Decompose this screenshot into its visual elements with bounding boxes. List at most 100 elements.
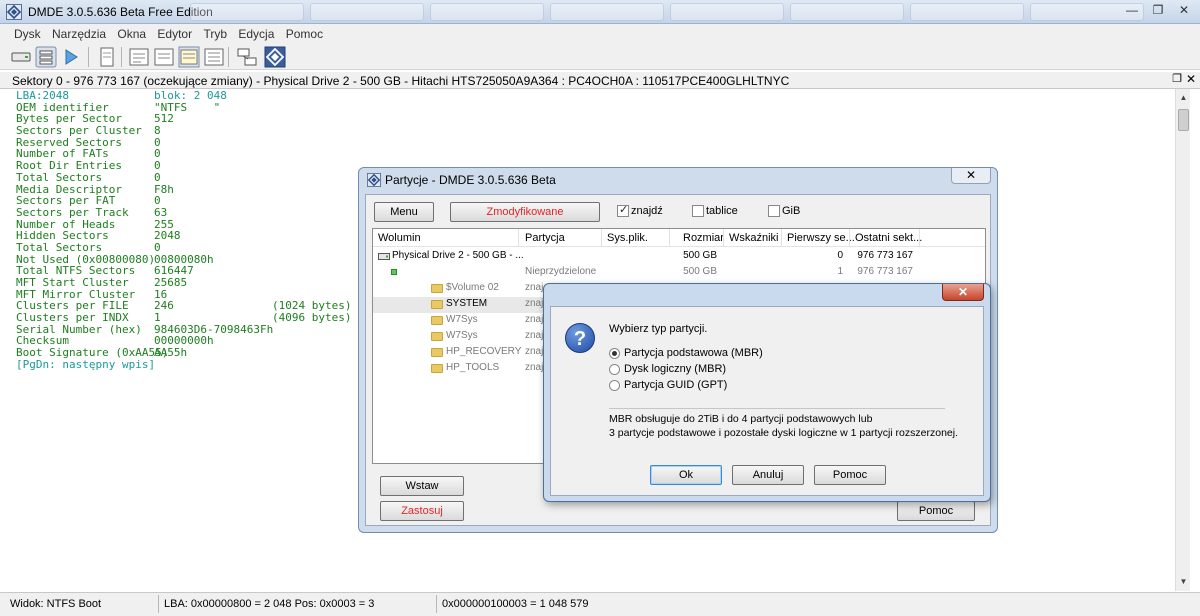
field-note bbox=[272, 125, 351, 137]
field-note bbox=[272, 277, 351, 289]
list-view-icon[interactable] bbox=[203, 46, 225, 68]
menu-tryb[interactable]: Tryb bbox=[199, 24, 231, 41]
vertical-scrollbar[interactable]: ▲ ▼ bbox=[1175, 89, 1190, 591]
field-note bbox=[272, 219, 351, 231]
col-volume[interactable]: Wolumin bbox=[378, 232, 421, 244]
dialog-title: Partycje - DMDE 3.0.5.636 Beta bbox=[385, 173, 556, 187]
ok-button[interactable]: Ok bbox=[650, 465, 722, 485]
hex-view-icon[interactable] bbox=[128, 46, 150, 68]
col-filesystem[interactable]: Sys.plik. bbox=[607, 232, 648, 244]
menu-edycja[interactable]: Edycja bbox=[234, 24, 278, 41]
cancel-button[interactable]: Anuluj bbox=[732, 465, 804, 485]
field-value: 63 bbox=[154, 205, 168, 219]
row-volume: W7Sys bbox=[446, 314, 478, 325]
gib-label: GiB bbox=[782, 205, 801, 217]
restore-button[interactable]: ❐ bbox=[1146, 1, 1170, 19]
menu-button[interactable]: Menu bbox=[374, 202, 434, 222]
close-pane-button[interactable]: ✕ bbox=[1186, 72, 1196, 86]
menu-edytor[interactable]: Edytor bbox=[153, 24, 196, 41]
restore-pane-button[interactable]: ❐ bbox=[1172, 72, 1182, 85]
status-lba: LBA: 0x00000800 = 2 048 Pos: 0x0003 = 3 bbox=[164, 598, 375, 610]
gib-checkbox[interactable] bbox=[768, 205, 780, 217]
app-logo-icon bbox=[367, 173, 381, 187]
radio-logical-mbr[interactable] bbox=[609, 364, 620, 375]
option-primary-mbr[interactable]: Partycja podstawowa (MBR) bbox=[624, 347, 763, 359]
field-value: 0 bbox=[154, 135, 161, 149]
apply-button[interactable]: Zastosuj bbox=[380, 501, 464, 521]
help-button[interactable]: Pomoc bbox=[814, 465, 886, 485]
field-notes: (1024 bytes) (4096 bytes) bbox=[272, 102, 351, 359]
text-view-icon[interactable] bbox=[153, 46, 175, 68]
menu-pomoc[interactable]: Pomoc bbox=[282, 24, 327, 41]
field-value: 0 bbox=[154, 240, 161, 254]
copy-sectors-icon[interactable] bbox=[236, 46, 258, 68]
row-partition: Nieprzydzielone bbox=[525, 266, 597, 277]
toolbar bbox=[0, 43, 1200, 70]
drive-icon[interactable] bbox=[10, 46, 32, 68]
close-button[interactable]: ✕ bbox=[1172, 1, 1196, 19]
field-name: Sectors per Track bbox=[16, 205, 129, 219]
separator bbox=[609, 408, 945, 409]
list-row-drive[interactable]: Physical Drive 2 - 500 GB - ... 500 GB 0… bbox=[373, 249, 985, 265]
menu-dysk[interactable]: Dysk bbox=[10, 24, 45, 41]
close-dialog-button[interactable]: ✕ bbox=[951, 168, 991, 184]
row-volume: Physical Drive 2 - 500 GB - ... bbox=[392, 250, 524, 261]
row-volume: HP_RECOVERY bbox=[446, 346, 522, 357]
scroll-up-icon[interactable]: ▲ bbox=[1177, 91, 1190, 104]
document-icon[interactable] bbox=[96, 46, 118, 68]
field-note bbox=[272, 265, 351, 277]
play-icon[interactable] bbox=[60, 46, 82, 68]
field-value: 0 bbox=[154, 170, 161, 184]
row-volume: SYSTEM bbox=[446, 298, 488, 309]
field-note bbox=[272, 335, 351, 347]
col-last-sector[interactable]: Ostatni sekt... bbox=[855, 232, 922, 244]
radio-primary-mbr[interactable] bbox=[609, 348, 620, 359]
col-size[interactable]: Rozmiar bbox=[683, 232, 724, 244]
find-checkbox[interactable] bbox=[617, 203, 629, 217]
partitions-icon[interactable] bbox=[35, 46, 57, 68]
insert-button[interactable]: Wstaw bbox=[380, 476, 464, 496]
field-value: 1 bbox=[154, 311, 161, 325]
template-view-icon[interactable] bbox=[178, 46, 200, 68]
partition-type-panel: ? Wybierz typ partycji. Partycja podstaw… bbox=[550, 306, 984, 496]
help-button[interactable]: Pomoc bbox=[897, 501, 975, 521]
status-bar: Widok: NTFS Boot LBA: 0x00000800 = 2 048… bbox=[0, 592, 1200, 616]
field-note bbox=[272, 102, 351, 114]
block-label: blok: 2 048 bbox=[154, 89, 227, 102]
col-flags[interactable]: Wskaźniki bbox=[729, 232, 779, 244]
unallocated-icon bbox=[391, 269, 397, 275]
info-line-2: 3 partycje podstawowe i pozostałe dyski … bbox=[609, 427, 958, 439]
option-guid-gpt[interactable]: Partycja GUID (GPT) bbox=[624, 379, 727, 391]
row-volume: W7Sys bbox=[446, 330, 478, 341]
row-partition: znaj bbox=[525, 362, 544, 373]
col-first-sector[interactable]: Pierwszy se... bbox=[787, 232, 855, 244]
app-logo-icon bbox=[6, 4, 22, 20]
menu-narzedzia[interactable]: Narzędzia bbox=[48, 24, 110, 41]
scroll-down-icon[interactable]: ▼ bbox=[1177, 575, 1190, 588]
field-name: Sectors per Cluster bbox=[16, 124, 142, 138]
row-size: 500 GB bbox=[683, 266, 717, 277]
radio-guid-gpt[interactable] bbox=[609, 380, 620, 391]
field-value: 0 bbox=[154, 147, 161, 161]
scroll-thumb[interactable] bbox=[1178, 109, 1189, 131]
field-note bbox=[272, 160, 351, 172]
menu-okna[interactable]: Okna bbox=[113, 24, 150, 41]
field-value: 8 bbox=[154, 124, 161, 138]
list-row-unallocated[interactable]: Nieprzydzielone 500 GB 1 976 773 167 bbox=[373, 265, 985, 281]
tables-checkbox[interactable] bbox=[692, 205, 704, 217]
modified-button[interactable]: Zmodyfikowane bbox=[450, 202, 600, 222]
field-value: 246 bbox=[154, 299, 174, 313]
field-note bbox=[272, 207, 351, 219]
row-size: 500 GB bbox=[683, 250, 717, 261]
field-name: MFT Start Cluster bbox=[16, 276, 129, 289]
minimize-button[interactable]: — bbox=[1120, 1, 1144, 19]
col-partition[interactable]: Partycja bbox=[525, 232, 565, 244]
dmde-logo-icon[interactable] bbox=[264, 46, 286, 68]
field-value: 0 bbox=[154, 159, 161, 173]
field-value: 2048 bbox=[154, 229, 181, 243]
row-partition: znaj bbox=[525, 298, 544, 309]
close-dialog-button[interactable]: ✕ bbox=[942, 284, 984, 301]
option-logical-mbr[interactable]: Dysk logiczny (MBR) bbox=[624, 363, 726, 375]
field-note bbox=[272, 230, 351, 242]
menu-bar: Dysk Narzędzia Okna Edytor Tryb Edycja P… bbox=[0, 24, 1200, 43]
